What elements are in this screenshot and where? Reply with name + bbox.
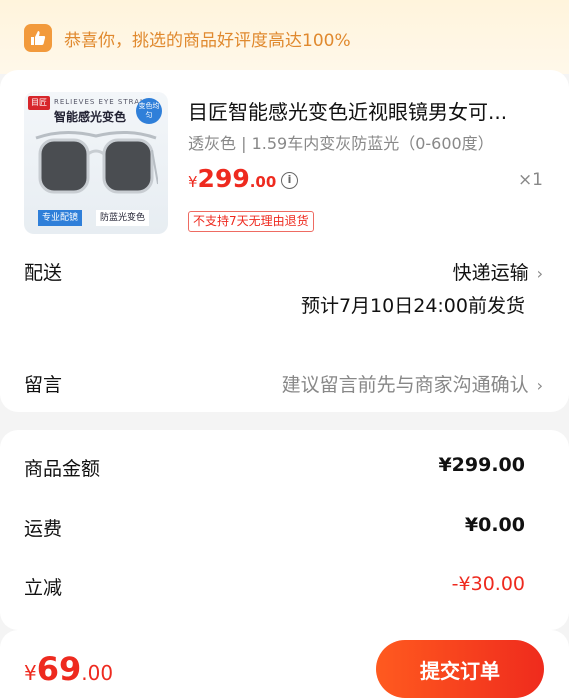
image-tag-prescription: 专业配镜 [38, 210, 83, 226]
product-price: ¥299.00 [188, 164, 276, 193]
image-cn-caption: 智能感光变色 [54, 110, 127, 124]
note-label: 留言 [24, 374, 63, 396]
price-symbol: ¥ [188, 173, 198, 191]
chevron-right-icon: › [536, 264, 543, 283]
total-decimal: .00 [81, 661, 114, 685]
chevron-right-icon: › [536, 376, 543, 395]
discount-value: -¥30.00 [451, 573, 525, 595]
glasses-illustration [35, 131, 158, 194]
product-spec[interactable]: 透灰色 | 1.59车内变灰防蓝光（0-600度） [188, 130, 494, 154]
info-icon[interactable]: i [281, 172, 298, 189]
total-price: ¥69.00 [24, 650, 113, 688]
note-placeholder: 建议留言前先与商家沟通确认 [281, 374, 529, 396]
thumbs-up-icon [24, 24, 52, 52]
price-decimal: .00 [249, 173, 277, 191]
discount-label: 立减 [24, 577, 63, 599]
brand-logo: 目匠 [28, 96, 50, 110]
product-title[interactable]: 目匠智能感光变色近视眼镜男女可... [188, 96, 548, 125]
price-integer: 299 [197, 164, 250, 193]
freight-value: ¥0.00 [464, 514, 525, 536]
banner-text: 恭喜你，挑选的商品好评度高达100% [64, 31, 351, 51]
total-integer: 69 [36, 650, 82, 688]
shipping-method-selector[interactable]: 快递运输 › [453, 258, 543, 285]
image-tag-bluelight: 防蓝光变色 [96, 210, 150, 226]
product-image[interactable]: 目匠 RELIEVES EYE STRAIN 智能感光变色 变色均匀 专业配镜 … [24, 92, 168, 234]
no-return-tag: 不支持7天无理由退货 [188, 211, 314, 232]
image-badge: 变色均匀 [136, 98, 162, 124]
shipping-eta: 预计7月10日24:00前发货 [300, 295, 525, 317]
goods-amount-value: ¥299.00 [438, 454, 525, 476]
image-en-caption: RELIEVES EYE STRAIN [54, 98, 150, 106]
total-symbol: ¥ [24, 661, 37, 685]
freight-label: 运费 [24, 518, 63, 540]
submit-order-button[interactable]: 提交订单 [376, 640, 544, 698]
promo-banner: 恭喜你，挑选的商品好评度高达100% [0, 0, 569, 74]
product-quantity: ×1 [517, 170, 543, 190]
shipping-method: 快递运输 [452, 262, 529, 284]
note-input[interactable]: 建议留言前先与商家沟通确认 › [282, 370, 543, 397]
goods-amount-label: 商品金额 [24, 458, 101, 480]
shipping-label: 配送 [24, 262, 63, 284]
